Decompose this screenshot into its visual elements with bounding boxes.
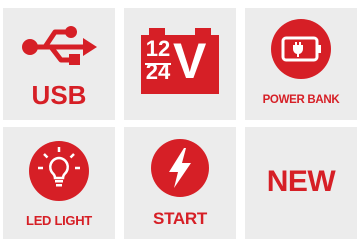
usb-icon — [22, 26, 97, 65]
start-feature-tile: START — [124, 127, 236, 239]
voltage-feature-tile: 12 24 V — [124, 8, 236, 120]
voltage-24: 24 — [145, 59, 171, 84]
voltage-unit: V — [173, 33, 207, 89]
light-bulb-icon — [29, 141, 89, 201]
usb-feature-tile: USB — [3, 8, 115, 120]
start-label: START — [153, 209, 207, 228]
power-bank-feature-tile: POWER BANK — [245, 8, 357, 120]
led-light-feature-tile: LED LIGHT — [3, 127, 115, 239]
voltage-12: 12 — [145, 36, 171, 61]
led-light-label: LED LIGHT — [26, 213, 92, 228]
power-bank-label: POWER BANK — [262, 94, 340, 106]
new-label: NEW — [266, 165, 336, 198]
power-bank-icon — [271, 19, 331, 79]
lightning-icon — [151, 139, 209, 197]
new-feature-tile: NEW — [245, 127, 357, 239]
car-battery-icon: 12 24 V — [141, 28, 219, 94]
usb-label: USB — [31, 80, 87, 110]
